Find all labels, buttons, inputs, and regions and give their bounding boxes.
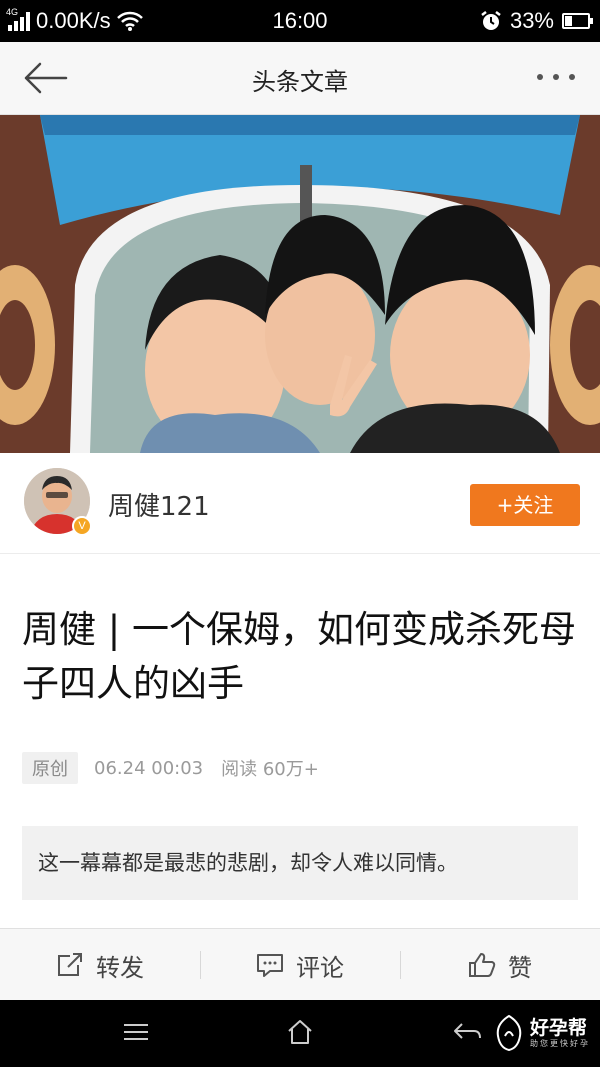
hero-image	[0, 115, 600, 453]
system-nav-bar: 好孕帮 助您更快好孕	[0, 1000, 600, 1067]
author-row: V 周健121 +关注	[0, 453, 600, 554]
article-title: 周健 | 一个保姆，如何变成杀死母子四人的凶手	[22, 608, 576, 705]
watermark-name: 好孕帮	[530, 1016, 588, 1039]
battery-percent: 33%	[509, 8, 554, 33]
home-icon[interactable]	[286, 1018, 314, 1046]
nav-back-icon[interactable]	[452, 1018, 482, 1046]
share-icon	[58, 953, 82, 976]
status-right: 33%	[480, 8, 593, 34]
original-tag: 原创	[22, 752, 78, 784]
page-title: 头条文章	[252, 68, 348, 96]
read-count: 阅读 60万+	[221, 759, 319, 780]
action-bar: 转发 评论 赞	[0, 928, 600, 1001]
comment-icon	[257, 954, 283, 977]
verified-badge: V	[72, 516, 92, 536]
comment-label: 评论	[296, 953, 344, 982]
share-button[interactable]: 转发	[0, 929, 200, 1001]
more-dots-icon[interactable]	[534, 62, 578, 92]
author-name[interactable]: 周健121	[108, 486, 210, 523]
battery-icon	[562, 13, 593, 29]
like-label: 赞	[508, 953, 532, 982]
photo-three-children	[0, 115, 600, 453]
publish-date: 06.24 00:03	[94, 757, 204, 779]
app-header: 头条文章	[0, 42, 600, 115]
thumbs-up-icon	[469, 953, 496, 977]
follow-button[interactable]: +关注	[470, 484, 580, 526]
alarm-icon	[481, 11, 501, 30]
article-meta: 原创 06.24 00:03 阅读 60万+	[22, 752, 319, 784]
watermark: 好孕帮 助您更快好孕	[494, 1014, 590, 1052]
comment-button[interactable]: 评论	[200, 929, 400, 1001]
like-button[interactable]: 赞	[400, 929, 600, 1001]
watermark-logo-icon	[496, 1014, 522, 1052]
watermark-slogan: 助您更快好孕	[530, 1038, 590, 1048]
menu-icon[interactable]	[122, 1018, 150, 1046]
share-label: 转发	[96, 953, 144, 982]
article-summary: 这一幕幕都是最悲的悲剧，却令人难以同情。	[22, 826, 578, 900]
status-bar: 4G 0.00K/s 16:00 33%	[0, 0, 600, 42]
